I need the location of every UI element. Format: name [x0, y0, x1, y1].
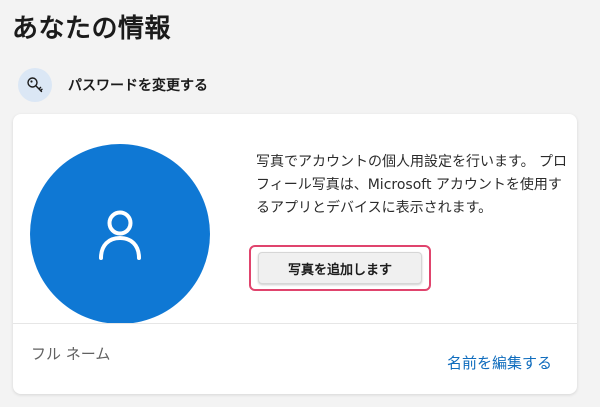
key-icon: [18, 68, 52, 102]
add-photo-button[interactable]: 写真を追加します: [258, 252, 422, 284]
edit-name-link[interactable]: 名前を編集する: [447, 352, 552, 373]
change-password-row[interactable]: パスワードを変更する: [18, 66, 208, 104]
full-name-label: フル ネーム: [31, 345, 111, 363]
add-photo-highlight: 写真を追加します: [249, 245, 431, 291]
divider: [13, 323, 577, 324]
profile-card: 写真でアカウントの個人用設定を行います。 プロフィール写真は、Microsoft…: [13, 114, 577, 394]
page-title: あなたの情報: [12, 14, 172, 44]
photo-description: 写真でアカウントの個人用設定を行います。 プロフィール写真は、Microsoft…: [256, 154, 568, 216]
change-password-label: パスワードを変更する: [68, 78, 208, 94]
person-icon: [99, 210, 141, 260]
avatar: [30, 144, 210, 324]
